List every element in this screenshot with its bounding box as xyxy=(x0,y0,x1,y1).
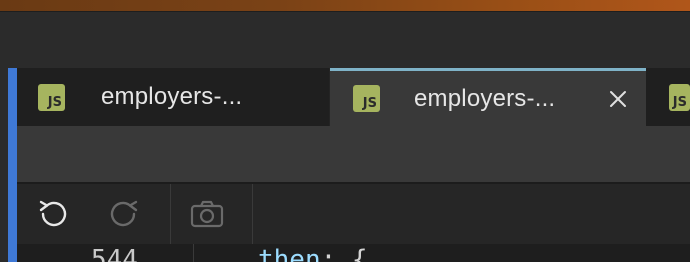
editor-toolbar xyxy=(17,184,690,244)
tab-bar: JS employers-... JS employers-... JS xyxy=(17,68,690,126)
tab-partial[interactable]: JS xyxy=(646,68,690,126)
js-file-icon: JS xyxy=(669,83,690,111)
toolbar-separator xyxy=(170,184,171,244)
close-tab-button[interactable] xyxy=(606,87,630,111)
redo-button[interactable] xyxy=(103,196,143,232)
breadcrumb-bar xyxy=(17,126,690,182)
activity-accent-bar xyxy=(8,68,17,262)
tab-employers-2-active[interactable]: JS employers-... xyxy=(330,68,646,126)
code-line[interactable]: then: { xyxy=(258,245,368,262)
undo-button[interactable] xyxy=(34,196,74,232)
code-key: then xyxy=(258,245,321,262)
code-editor[interactable]: 544 then: { xyxy=(17,244,690,262)
indent-guide xyxy=(193,244,194,262)
tab-label: employers-... xyxy=(101,83,243,110)
toolbar-separator xyxy=(252,184,253,244)
camera-icon xyxy=(190,200,224,228)
undo-icon xyxy=(39,200,67,227)
redo-icon xyxy=(110,200,138,227)
close-icon xyxy=(610,90,626,107)
line-number: 544 xyxy=(91,245,138,262)
screenshot-button[interactable] xyxy=(187,196,227,232)
js-file-icon: JS xyxy=(38,83,65,111)
tab-employers-1[interactable]: JS employers-... xyxy=(17,68,329,126)
tab-label: employers-... xyxy=(414,84,556,112)
editor-window: JS employers-... JS employers-... JS 544… xyxy=(0,0,690,262)
js-file-icon: JS xyxy=(353,85,380,112)
title-bar xyxy=(0,11,690,69)
code-punctuation: : { xyxy=(320,245,368,262)
desktop-background-strip xyxy=(0,0,690,11)
